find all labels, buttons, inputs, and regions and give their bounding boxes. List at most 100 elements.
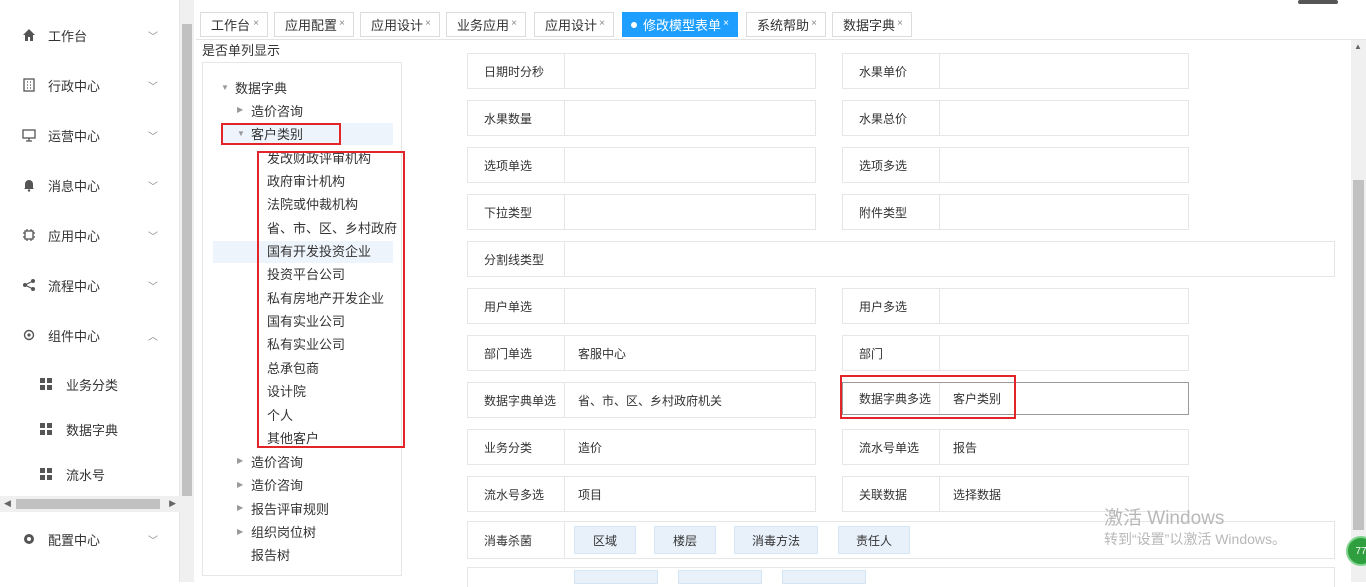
tab-system-help[interactable]: 系统帮助 × — [746, 12, 826, 37]
close-icon[interactable]: × — [599, 18, 605, 29]
close-icon[interactable]: × — [723, 18, 729, 29]
sidebar-vertical-scrollbar[interactable] — [180, 0, 194, 582]
form-row-serial-single[interactable]: 流水号单选 报告 — [842, 429, 1189, 465]
tree-collapse-icon[interactable]: ▶ — [237, 503, 243, 512]
tree-node-cost-consulting[interactable]: 造价咨询 — [251, 475, 303, 494]
tab-app-design-2[interactable]: 应用设计 × — [534, 12, 614, 37]
form-row-radio[interactable]: 选项单选 — [467, 147, 816, 183]
disinfect-option-area[interactable]: 区域 — [574, 526, 636, 554]
tree-node-root[interactable]: 数据字典 — [235, 78, 287, 97]
sidebar: 工作台 ﹀ 行政中心 ﹀ 运营中心 ﹀ 消息中心 ﹀ 应用中心 ﹀ 流程中心 ﹀ — [0, 0, 180, 582]
close-icon[interactable]: × — [511, 18, 517, 29]
close-icon[interactable]: × — [897, 18, 903, 29]
field-value[interactable]: 造价 — [578, 430, 602, 464]
form-row-dropdown[interactable]: 下拉类型 — [467, 194, 816, 230]
field-value[interactable]: 项目 — [578, 477, 602, 511]
field-value[interactable]: 报告 — [953, 430, 977, 464]
grid-icon — [40, 423, 52, 435]
sidebar-item-label: 组件中心 — [48, 328, 101, 344]
sidebar-item-operations[interactable]: 运营中心 ﹀ — [0, 110, 180, 160]
sidebar-item-admin[interactable]: 行政中心 ﹀ — [0, 60, 180, 110]
tree-node-org-position-tree[interactable]: 组织岗位树 — [251, 522, 316, 541]
tree-expand-icon[interactable]: ▼ — [221, 83, 229, 92]
form-row-dept[interactable]: 部门 — [842, 335, 1189, 371]
main-vertical-scrollbar[interactable]: ▲ — [1351, 40, 1366, 582]
form-row-serial-multi[interactable]: 流水号多选 项目 — [467, 476, 816, 512]
sidebar-item-config[interactable]: 配置中心 ﹀ — [0, 514, 180, 564]
scrollbar-thumb[interactable] — [16, 499, 160, 509]
floating-badge[interactable]: 77 — [1346, 536, 1366, 566]
top-bar-handle — [1298, 0, 1338, 4]
form-row-user-multi[interactable]: 用户多选 — [842, 288, 1189, 324]
tab-app-config[interactable]: 应用配置 × — [274, 12, 354, 37]
field-label: 流水号多选 — [484, 487, 545, 502]
sidebar-item-apps[interactable]: 应用中心 ﹀ — [0, 210, 180, 260]
close-icon[interactable]: × — [339, 18, 345, 29]
sidebar-horizontal-scrollbar[interactable]: ◀ ▶ — [0, 496, 180, 512]
form-row-user-single[interactable]: 用户单选 — [467, 288, 816, 324]
sidebar-item-label: 行政中心 — [48, 78, 101, 94]
field-value[interactable]: 选择数据 — [953, 477, 1001, 511]
tab-label: 数据字典 — [843, 18, 896, 33]
tab-data-dictionary[interactable]: 数据字典 × — [832, 12, 912, 37]
field-value[interactable]: 省、市、区、乡村政府机关 — [578, 383, 722, 417]
form-row-attachment[interactable]: 附件类型 — [842, 194, 1189, 230]
annotation-highlight-box — [221, 123, 341, 145]
tab-label: 应用设计 — [371, 18, 424, 33]
tab-bar: 工作台 × 应用配置 × 应用设计 × 业务应用 × 应用设计 × 修改模型表单 × 系统帮… — [196, 10, 1366, 40]
tab-business-app[interactable]: 业务应用 × — [446, 12, 526, 37]
sidebar-subitem-business-category[interactable]: 业务分类 — [0, 362, 180, 406]
chevron-down-icon: ﹀ — [148, 181, 158, 193]
close-icon[interactable]: × — [253, 18, 259, 29]
field-value[interactable]: 客服中心 — [578, 336, 626, 370]
form-row-checkbox[interactable]: 选项多选 — [842, 147, 1189, 183]
chevron-down-icon: ﹀ — [148, 131, 158, 143]
tree-collapse-icon[interactable]: ▶ — [237, 480, 243, 489]
sidebar-item-messages[interactable]: 消息中心 ﹀ — [0, 160, 180, 210]
scroll-right-arrow-icon[interactable]: ▶ — [169, 498, 176, 509]
close-icon[interactable]: × — [811, 18, 817, 29]
disinfect-option-floor[interactable]: 楼层 — [654, 526, 716, 554]
tab-workbench[interactable]: 工作台 × — [200, 12, 268, 37]
form-row-fruit-price[interactable]: 水果单价 — [842, 53, 1189, 89]
scrollbar-thumb[interactable] — [1353, 180, 1364, 530]
gear-icon — [22, 328, 36, 342]
windows-activation-subtitle: 转到“设置”以激活 Windows。 — [1104, 531, 1287, 547]
sidebar-subitem-data-dictionary[interactable]: 数据字典 — [0, 407, 180, 451]
tree-node-report-review-rules[interactable]: 报告评审规则 — [251, 499, 329, 518]
tree-collapse-icon[interactable]: ▶ — [237, 456, 243, 465]
grid-icon — [40, 468, 52, 480]
field-label: 关联数据 — [859, 487, 908, 502]
scrollbar-thumb[interactable] — [182, 24, 192, 496]
scroll-left-arrow-icon[interactable]: ◀ — [4, 498, 11, 509]
active-dot-icon — [631, 22, 637, 28]
form-row-divider[interactable]: 分割线类型 — [467, 241, 1335, 277]
sidebar-subitem-serial-number[interactable]: 流水号 — [0, 452, 180, 496]
disinfect-option-owner[interactable]: 责任人 — [838, 526, 910, 554]
disinfect-option-method[interactable]: 消毒方法 — [734, 526, 818, 554]
field-label: 日期时分秒 — [484, 64, 545, 79]
tree-node-report-tree[interactable]: 报告树 — [251, 545, 290, 564]
chevron-down-icon: ﹀ — [148, 31, 158, 43]
form-row-fruit-qty[interactable]: 水果数量 — [467, 100, 816, 136]
field-label: 选项单选 — [484, 158, 533, 173]
form-row-business-category[interactable]: 业务分类 造价 — [467, 429, 816, 465]
tree-collapse-icon[interactable]: ▶ — [237, 105, 243, 114]
monitor-icon — [22, 128, 36, 142]
form-row-datetime[interactable]: 日期时分秒 — [467, 53, 816, 89]
form-row-fruit-total[interactable]: 水果总价 — [842, 100, 1189, 136]
tree-caption: 是否单列显示 — [202, 43, 281, 58]
form-row-dept-single[interactable]: 部门单选 客服中心 — [467, 335, 816, 371]
tab-edit-model-form[interactable]: 修改模型表单 × — [622, 12, 738, 37]
close-icon[interactable]: × — [425, 18, 431, 29]
tab-app-design[interactable]: 应用设计 × — [360, 12, 440, 37]
form-row-dict-single[interactable]: 数据字典单选 省、市、区、乡村政府机关 — [467, 382, 816, 418]
sidebar-item-workflow[interactable]: 流程中心 ﹀ — [0, 260, 180, 310]
sidebar-item-components[interactable]: 组件中心 ︿ — [0, 310, 180, 360]
scroll-up-arrow-icon[interactable]: ▲ — [1354, 42, 1362, 51]
sidebar-item-workbench[interactable]: 工作台 ﹀ — [0, 10, 180, 60]
tree-node-cost-consulting[interactable]: 造价咨询 — [251, 452, 303, 471]
tree-collapse-icon[interactable]: ▶ — [237, 527, 243, 536]
bell-icon — [22, 178, 36, 192]
tree-node-cost-consulting[interactable]: 造价咨询 — [251, 101, 303, 120]
